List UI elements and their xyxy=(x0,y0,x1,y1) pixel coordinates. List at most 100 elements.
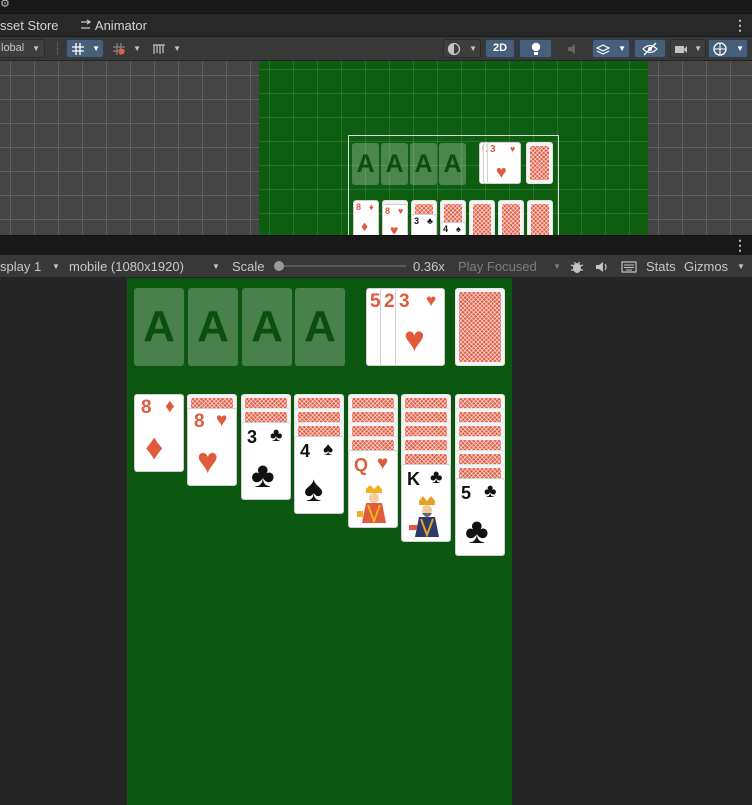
card-suit-small: ♥ xyxy=(510,144,516,154)
card-suit-small: ♣ xyxy=(430,467,443,488)
scene-tableau-back xyxy=(527,200,553,235)
scale-slider[interactable] xyxy=(274,261,406,271)
scale-label: Scale xyxy=(232,259,265,274)
tab-animator[interactable]: Animator xyxy=(80,15,147,37)
effects-button[interactable]: ▼ xyxy=(592,39,630,58)
card-rank: 8 xyxy=(356,202,362,212)
global-dropdown[interactable]: lobal ▼ xyxy=(0,39,45,58)
card-rank: K xyxy=(407,469,420,489)
tableau-card-1[interactable]: 8 ♦ ♦ xyxy=(134,394,184,472)
game-tab-menu-icon[interactable]: ⋮ xyxy=(733,238,747,252)
chevron-down-icon: ▼ xyxy=(173,44,181,53)
move-tool-button[interactable]: ▼ xyxy=(66,39,104,58)
card-suit-large: ♥ xyxy=(390,222,399,235)
card-rank: 3 xyxy=(414,216,420,226)
gizmos-scene-button[interactable]: ▼ xyxy=(708,39,748,58)
display-dropdown[interactable]: splay 1 ▼ xyxy=(0,255,63,278)
tableau-card-2[interactable]: 8 ♥ ♥ xyxy=(187,408,237,486)
scene-toolbar: lobal ▼ ▼ ▼ ▼ ▼ 2D ▼ ▼ ▼ xyxy=(0,37,752,61)
card-rank: 8 xyxy=(385,206,391,216)
card-rank: 2 xyxy=(384,291,395,312)
card-rank: Q xyxy=(354,455,369,475)
king-face-art xyxy=(407,495,447,539)
scene-camera-bounds: A A A A 5 2 3 ♥ ♥ 8 ♦ ♦ 8 ♥ ♥ 3 xyxy=(348,135,559,235)
tableau-card-5[interactable]: Q ♥ xyxy=(348,450,398,528)
bug-icon xyxy=(570,261,584,273)
tableau-card-4[interactable]: 4 ♠ ♠ xyxy=(294,436,344,514)
card-rank: 3 xyxy=(399,291,410,312)
card-suit-small: ♠ xyxy=(456,224,461,234)
editor-tab-bar: sset Store Animator ⋮ xyxy=(0,15,752,37)
game-tab-bar: ⋮ xyxy=(0,235,752,255)
play-mode-dropdown[interactable]: Play Focused ▼ xyxy=(458,255,563,278)
resolution-dropdown[interactable]: mobile (1080x1920) ▼ xyxy=(69,255,222,278)
card-rank: 8 xyxy=(194,411,205,432)
render-mode-button[interactable]: ▼ xyxy=(443,39,481,58)
keyboard-button[interactable] xyxy=(619,259,639,275)
scene-stock-pile xyxy=(526,142,553,184)
scene-tableau-back xyxy=(469,200,495,235)
scale-slider-thumb[interactable] xyxy=(274,261,284,271)
scene-tableau-card: 8 ♥ ♥ xyxy=(382,204,408,235)
chevron-down-icon: ▼ xyxy=(133,44,141,53)
increment-snap-icon xyxy=(153,44,165,54)
grid-snap-button[interactable]: ▼ xyxy=(108,39,144,58)
audio-toggle[interactable] xyxy=(556,39,588,58)
chevron-down-icon: ▼ xyxy=(553,262,561,271)
foundation-slot-4[interactable]: A xyxy=(295,288,345,366)
card-suit-large: ♥ xyxy=(404,320,425,359)
chevron-down-icon: ▼ xyxy=(212,262,220,271)
foundation-slot-2[interactable]: A xyxy=(188,288,238,366)
tableau-card-7[interactable]: 5 ♣ ♣ xyxy=(455,478,505,556)
scene-tableau-card: 8 ♦ ♦ xyxy=(353,200,379,235)
tableau-card-3[interactable]: 3 ♣ ♣ xyxy=(241,422,291,500)
gizmos-dropdown[interactable]: Gizmos ▼ xyxy=(684,255,750,278)
card-rank: 4 xyxy=(300,441,311,461)
foundation-slot-3[interactable]: A xyxy=(242,288,292,366)
scene-view[interactable]: A A A A 5 2 3 ♥ ♥ 8 ♦ ♦ 8 ♥ ♥ 3 xyxy=(0,61,752,235)
stock-pile[interactable] xyxy=(455,288,505,366)
increment-snap-button[interactable]: ▼ xyxy=(148,39,184,58)
camera-icon xyxy=(675,46,687,53)
stats-button[interactable]: Stats xyxy=(646,255,676,278)
queen-face-art xyxy=(354,483,394,525)
card-suit-large: ♦ xyxy=(361,218,369,234)
card-suit-large: ♣ xyxy=(465,510,489,551)
play-mode-label: Play Focused xyxy=(458,259,537,274)
global-dropdown-label: lobal xyxy=(1,42,25,54)
settings-gear-icon[interactable]: ⚙ xyxy=(0,0,12,10)
card-rank: 5 xyxy=(370,291,381,312)
card-suit-small: ♥ xyxy=(426,291,437,310)
foundation-slot-1[interactable]: A xyxy=(134,288,184,366)
tab-asset-store[interactable]: sset Store xyxy=(0,15,59,37)
camera-button[interactable]: ▼ xyxy=(670,39,706,58)
visibility-toggle[interactable] xyxy=(634,39,666,58)
waste-top-card[interactable]: 3 ♥ ♥ xyxy=(395,288,445,366)
keyboard-icon xyxy=(621,261,637,273)
scene-tableau-back xyxy=(498,200,524,235)
scene-foundation-slot: A xyxy=(381,143,408,185)
bug-button[interactable] xyxy=(567,259,587,275)
card-suit-small: ♠ xyxy=(323,439,334,460)
scene-foundation-slot: A xyxy=(352,143,379,185)
resolution-dropdown-label: mobile (1080x1920) xyxy=(69,259,184,274)
card-suit-small: ♣ xyxy=(484,481,497,502)
mode-2d-toggle[interactable]: 2D xyxy=(485,39,515,58)
scene-foundation-slot: A xyxy=(439,143,466,185)
card-rank: 8 xyxy=(141,397,152,418)
card-suit-small: ♣ xyxy=(427,216,433,226)
tableau-card-6[interactable]: K ♣ xyxy=(401,464,451,542)
chevron-down-icon: ▼ xyxy=(469,44,477,53)
card-suit-small: ♥ xyxy=(398,206,404,216)
card-rank: 3 xyxy=(247,427,258,447)
chevron-down-icon: ▼ xyxy=(737,262,745,271)
game-toolbar: splay 1 ▼ mobile (1080x1920) ▼ Scale 0.3… xyxy=(0,255,752,278)
card-rank: 3 xyxy=(490,144,496,155)
lighting-toggle[interactable] xyxy=(519,39,552,58)
scene-tableau-card: 4 ♠ xyxy=(440,222,466,235)
solitaire-board[interactable]: A A A A 5 2 3 ♥ ♥ 8 ♦ ♦ 8 ♥ ♥ 3 ♣ ♣ 4 ♠ … xyxy=(127,278,512,805)
chevron-down-icon: ▼ xyxy=(92,44,100,53)
tab-menu-icon[interactable]: ⋮ xyxy=(733,18,747,32)
display-dropdown-label: splay 1 xyxy=(0,259,42,274)
audio-button[interactable] xyxy=(593,259,611,275)
